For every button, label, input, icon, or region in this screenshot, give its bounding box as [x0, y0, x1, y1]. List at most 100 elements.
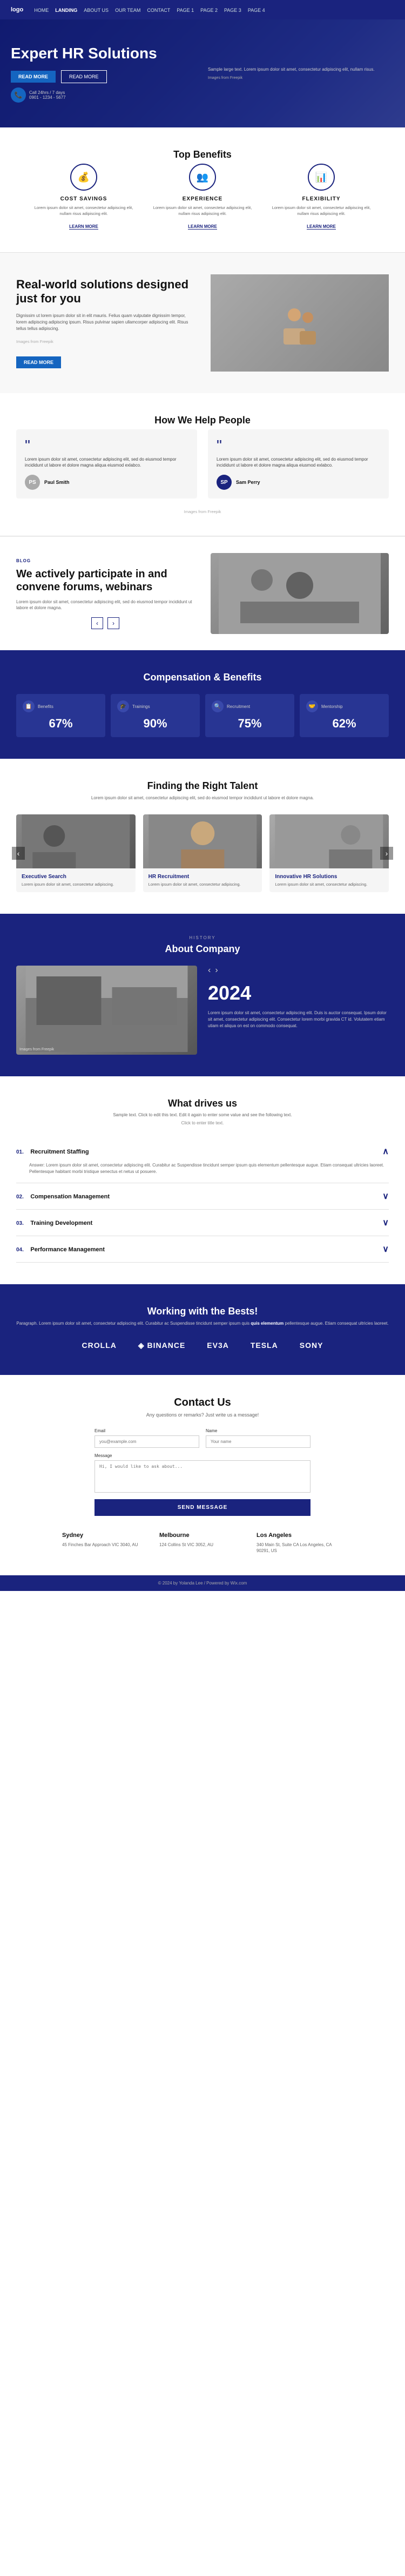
comp-card-mentorship: 🤝 Mentorship 62%	[300, 694, 389, 737]
nav-item-page1[interactable]: PAGE 1	[177, 5, 194, 15]
benefits-comp-icon: 📋	[23, 700, 35, 712]
testimonial-image-credit: Images from Freepik	[16, 509, 389, 514]
participate-text: BLOG We actively participate in and conv…	[16, 558, 194, 629]
trainings-percentage: 90%	[117, 717, 193, 731]
offices-grid: Sydney 45 Finches Bar Approach VIC 3040,…	[16, 1532, 389, 1554]
nav-item-landing[interactable]: LANDING	[55, 5, 77, 15]
call-hours: Call 24hrs / 7 days	[29, 90, 66, 95]
testimonial-card-sam: " Lorem ipsum dolor sit amet, consectetu…	[208, 429, 389, 498]
partner-crolla: CROLLA	[77, 1338, 122, 1353]
nav-item-about[interactable]: ABOUT US	[84, 5, 109, 15]
office-los-angeles: Los Angeles 340 Main St, Suite CA Los An…	[256, 1532, 343, 1554]
email-input[interactable]	[94, 1435, 199, 1448]
nav-item-page4[interactable]: PAGE 4	[248, 5, 265, 15]
real-world-credit: Images from Freepik	[16, 339, 194, 345]
send-message-button[interactable]: SEND MESSAGE	[94, 1499, 310, 1516]
faq-toggle-2[interactable]: ∨	[382, 1191, 389, 1202]
footer-text: © 2024 by Yolanda Lee / Powered by Wix.c…	[158, 1581, 247, 1586]
testimonial-1-quote: Lorem ipsum dolor sit amet, consectetur …	[25, 456, 188, 468]
hero-image-credit: Images from Freepik	[208, 76, 394, 80]
nav-item-contact[interactable]: CONTACT	[147, 5, 170, 15]
how-help-title: How We Help People	[16, 415, 389, 426]
quote-mark-2: "	[217, 438, 380, 453]
hero-secondary-button[interactable]: READ MORE	[61, 70, 107, 83]
compensation-section: Compensation & Benefits 📋 Benefits 67% 🎓…	[0, 650, 405, 759]
contact-title: Contact Us	[16, 1397, 389, 1409]
participate-next-button[interactable]: ›	[107, 617, 119, 629]
talent-carousel-prev[interactable]: ‹	[12, 847, 25, 860]
comp-card-benefits: 📋 Benefits 67%	[16, 694, 105, 737]
hero-section: Expert HR Solutions READ MORE READ MORE …	[0, 19, 405, 127]
flexibility-learn-more[interactable]: LEARN MORE	[307, 224, 336, 230]
executive-search-desc: Lorem ipsum dolor sit amet, consectetur …	[22, 882, 130, 887]
experience-desc: Lorem ipsum dolor sit amet, consectetur …	[148, 205, 256, 217]
faq-toggle-4[interactable]: ∨	[382, 1244, 389, 1255]
contact-subtitle: Any questions or remarks? Just write us …	[16, 1412, 389, 1418]
faq-toggle-1[interactable]: ∧	[382, 1146, 389, 1157]
faq-header-3[interactable]: 03. Training Development ∨	[16, 1217, 389, 1228]
finding-talent-section: Finding the Right Talent Lorem ipsum dol…	[0, 759, 405, 914]
faq-item-1: 01. Recruitment Staffing ∧ Answer: Lorem…	[16, 1138, 389, 1183]
about-title: About Company	[16, 943, 389, 955]
about-right: ‹ › 2024 Lorem ipsum dolor sit amet, con…	[208, 966, 389, 1055]
faq-toggle-3[interactable]: ∨	[382, 1217, 389, 1228]
hero-read-more-button[interactable]: READ MORE	[11, 71, 56, 83]
trainings-comp-icon: 🎓	[117, 700, 129, 712]
drives-title: What drives us	[16, 1098, 389, 1109]
experience-learn-more[interactable]: LEARN MORE	[188, 224, 217, 230]
testimonials-grid: " Lorem ipsum dolor sit amet, consectetu…	[16, 429, 389, 498]
faq-num-4: 04.	[16, 1247, 24, 1253]
benefit-card-flexibility: 📊 FLEXIBILITY Lorem ipsum dolor sit amet…	[267, 164, 375, 231]
faq-num-3: 03.	[16, 1220, 24, 1226]
about-description: Lorem ipsum dolor sit amet, consectetur …	[208, 1010, 389, 1029]
about-next-button[interactable]: ›	[215, 966, 218, 975]
partner-sony: SONY	[294, 1338, 329, 1353]
partner-tesla: TESLA	[245, 1338, 284, 1353]
flexibility-desc: Lorem ipsum dolor sit amet, consectetur …	[267, 205, 375, 217]
mentorship-percentage: 62%	[306, 717, 382, 731]
hero-sample-text: Sample large text. Lorem ipsum dolor sit…	[208, 67, 394, 72]
real-world-read-more[interactable]: READ MORE	[16, 356, 61, 368]
nav-item-team[interactable]: OUR TEAM	[115, 5, 140, 15]
faq-header-2[interactable]: 02. Compensation Management ∨	[16, 1191, 389, 1202]
nav-item-home[interactable]: HOME	[34, 5, 49, 15]
nav-item-page2[interactable]: PAGE 2	[200, 5, 218, 15]
about-image-caption: Images from Freepik	[19, 1048, 54, 1051]
bests-description: Paragraph. Lorem ipsum dolor sit amet, c…	[16, 1320, 389, 1326]
about-content: Images from Freepik ‹ › 2024 Lorem ipsum…	[16, 966, 389, 1055]
participate-title: We actively participate in and convene f…	[16, 568, 194, 594]
about-prev-button[interactable]: ‹	[208, 966, 211, 975]
talent-carousel: Executive Search Lorem ipsum dolor sit a…	[16, 814, 389, 893]
avatar-sam: SP	[217, 475, 232, 490]
hero-right: Sample large text. Lorem ipsum dolor sit…	[197, 67, 394, 80]
participate-prev-button[interactable]: ‹	[91, 617, 103, 629]
melbourne-city: Melbourne	[159, 1532, 246, 1539]
contact-section: Contact Us Any questions or remarks? Jus…	[0, 1375, 405, 1575]
cost-savings-learn-more[interactable]: LEARN MORE	[69, 224, 98, 230]
partner-logos-grid: CROLLA ◈ BINANCE EV3A TESLA SONY	[16, 1338, 389, 1353]
sydney-city: Sydney	[62, 1532, 148, 1539]
about-section: HISTORY About Company Images from Freepi…	[0, 914, 405, 1076]
nav-item-page3[interactable]: PAGE 3	[224, 5, 241, 15]
talent-carousel-next[interactable]: ›	[380, 847, 393, 860]
participate-tag: BLOG	[16, 558, 194, 563]
real-world-title: Real-world solutions designed just for y…	[16, 278, 194, 306]
compensation-grid: 📋 Benefits 67% 🎓 Trainings 90% 🔍 Recruit…	[16, 694, 389, 737]
name-input[interactable]	[206, 1435, 310, 1448]
testimonial-card-paul: " Lorem ipsum dolor sit amet, consectetu…	[16, 429, 197, 498]
faq-header-1[interactable]: 01. Recruitment Staffing ∧	[16, 1146, 389, 1157]
drives-description: Sample text. Click to edit this text. Ed…	[16, 1112, 389, 1117]
recruitment-percentage: 75%	[212, 717, 288, 731]
sydney-address: 45 Finches Bar Approach VIC 3040, AU	[62, 1542, 148, 1548]
bests-section: Working with the Bests! Paragraph. Lorem…	[0, 1284, 405, 1374]
about-tag: HISTORY	[16, 935, 389, 940]
name-label: Name	[206, 1428, 310, 1433]
benefits-grid: 💰 COST SAVINGS Lorem ipsum dolor sit ame…	[16, 164, 389, 231]
faq-header-4[interactable]: 04. Performance Management ∨	[16, 1244, 389, 1255]
about-year: 2024	[208, 982, 389, 1004]
recruitment-comp-icon: 🔍	[212, 700, 224, 712]
la-city: Los Angeles	[256, 1532, 343, 1539]
how-help-section: How We Help People " Lorem ipsum dolor s…	[0, 393, 405, 536]
mentorship-comp-icon: 🤝	[306, 700, 318, 712]
message-textarea[interactable]	[94, 1460, 310, 1493]
